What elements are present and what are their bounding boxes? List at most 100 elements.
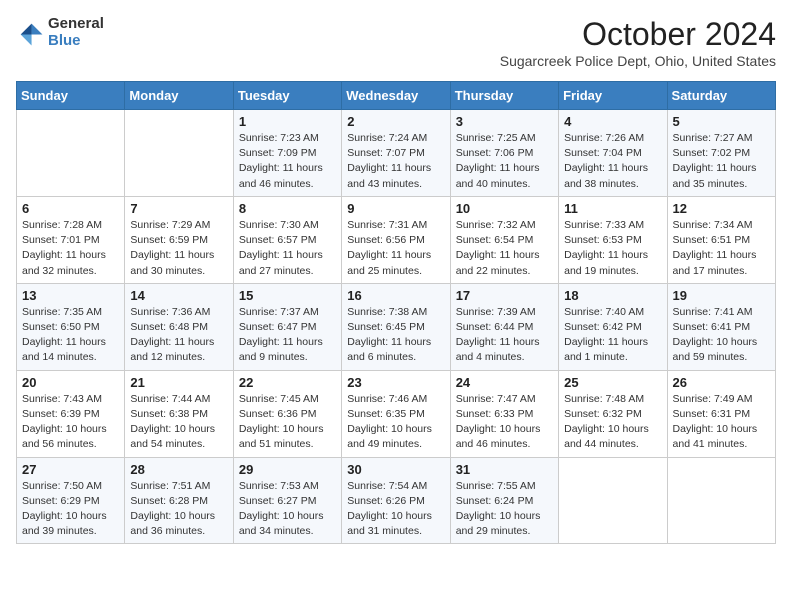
calendar-header: SundayMondayTuesdayWednesdayThursdayFrid… xyxy=(17,82,776,110)
calendar-cell: 17 Sunrise: 7:39 AM Sunset: 6:44 PM Dayli… xyxy=(450,283,558,370)
calendar-cell: 24 Sunrise: 7:47 AM Sunset: 6:33 PM Dayli… xyxy=(450,370,558,457)
calendar-cell: 18 Sunrise: 7:40 AM Sunset: 6:42 PM Dayli… xyxy=(559,283,667,370)
header-cell-thursday: Thursday xyxy=(450,82,558,110)
calendar-cell: 27 Sunrise: 7:50 AM Sunset: 6:29 PM Dayli… xyxy=(17,457,125,544)
day-info: Sunrise: 7:34 AM Sunset: 6:51 PM Dayligh… xyxy=(673,218,770,279)
week-row-5: 27 Sunrise: 7:50 AM Sunset: 6:29 PM Dayli… xyxy=(17,457,776,544)
day-number: 3 xyxy=(456,114,553,129)
calendar-cell: 4 Sunrise: 7:26 AM Sunset: 7:04 PM Daylig… xyxy=(559,110,667,197)
calendar-cell: 11 Sunrise: 7:33 AM Sunset: 6:53 PM Dayli… xyxy=(559,196,667,283)
day-number: 12 xyxy=(673,201,770,216)
day-number: 19 xyxy=(673,288,770,303)
day-info: Sunrise: 7:53 AM Sunset: 6:27 PM Dayligh… xyxy=(239,479,336,540)
calendar-cell xyxy=(667,457,775,544)
day-number: 9 xyxy=(347,201,444,216)
calendar-cell xyxy=(125,110,233,197)
day-number: 23 xyxy=(347,375,444,390)
day-info: Sunrise: 7:39 AM Sunset: 6:44 PM Dayligh… xyxy=(456,305,553,366)
day-info: Sunrise: 7:31 AM Sunset: 6:56 PM Dayligh… xyxy=(347,218,444,279)
calendar-cell: 5 Sunrise: 7:27 AM Sunset: 7:02 PM Daylig… xyxy=(667,110,775,197)
calendar-cell: 13Sunrise: 7:35 AM Sunset: 6:50 PM Dayli… xyxy=(17,283,125,370)
day-info: Sunrise: 7:47 AM Sunset: 6:33 PM Dayligh… xyxy=(456,392,553,453)
calendar-cell: 14 Sunrise: 7:36 AM Sunset: 6:48 PM Dayli… xyxy=(125,283,233,370)
page-header: General Blue October 2024 Sugarcreek Pol… xyxy=(16,16,776,69)
header-cell-monday: Monday xyxy=(125,82,233,110)
week-row-1: 1 Sunrise: 7:23 AM Sunset: 7:09 PM Daylig… xyxy=(17,110,776,197)
day-info: Sunrise: 7:33 AM Sunset: 6:53 PM Dayligh… xyxy=(564,218,661,279)
day-number: 8 xyxy=(239,201,336,216)
day-number: 10 xyxy=(456,201,553,216)
logo-icon xyxy=(16,19,44,47)
day-number: 5 xyxy=(673,114,770,129)
day-number: 1 xyxy=(239,114,336,129)
calendar-cell: 8 Sunrise: 7:30 AM Sunset: 6:57 PM Daylig… xyxy=(233,196,341,283)
week-row-4: 20 Sunrise: 7:43 AM Sunset: 6:39 PM Dayli… xyxy=(17,370,776,457)
day-info: Sunrise: 7:38 AM Sunset: 6:45 PM Dayligh… xyxy=(347,305,444,366)
day-info: Sunrise: 7:44 AM Sunset: 6:38 PM Dayligh… xyxy=(130,392,227,453)
calendar-cell: 31Sunrise: 7:55 AM Sunset: 6:24 PM Dayli… xyxy=(450,457,558,544)
header-cell-friday: Friday xyxy=(559,82,667,110)
day-number: 6 xyxy=(22,201,119,216)
day-info: Sunrise: 7:28 AM Sunset: 7:01 PM Dayligh… xyxy=(22,218,119,279)
day-number: 15 xyxy=(239,288,336,303)
day-number: 7 xyxy=(130,201,227,216)
calendar-cell xyxy=(559,457,667,544)
day-number: 17 xyxy=(456,288,553,303)
day-info: Sunrise: 7:36 AM Sunset: 6:48 PM Dayligh… xyxy=(130,305,227,366)
day-number: 18 xyxy=(564,288,661,303)
logo-general-text: General xyxy=(48,16,104,33)
calendar-cell: 6 Sunrise: 7:28 AM Sunset: 7:01 PM Daylig… xyxy=(17,196,125,283)
day-number: 14 xyxy=(130,288,227,303)
day-info: Sunrise: 7:27 AM Sunset: 7:02 PM Dayligh… xyxy=(673,131,770,192)
day-number: 13 xyxy=(22,288,119,303)
day-number: 28 xyxy=(130,462,227,477)
day-number: 4 xyxy=(564,114,661,129)
day-info: Sunrise: 7:43 AM Sunset: 6:39 PM Dayligh… xyxy=(22,392,119,453)
day-number: 30 xyxy=(347,462,444,477)
calendar-cell: 25Sunrise: 7:48 AM Sunset: 6:32 PM Dayli… xyxy=(559,370,667,457)
calendar-cell: 23 Sunrise: 7:46 AM Sunset: 6:35 PM Dayli… xyxy=(342,370,450,457)
calendar-cell: 28Sunrise: 7:51 AM Sunset: 6:28 PM Dayli… xyxy=(125,457,233,544)
day-info: Sunrise: 7:50 AM Sunset: 6:29 PM Dayligh… xyxy=(22,479,119,540)
calendar-cell: 1 Sunrise: 7:23 AM Sunset: 7:09 PM Daylig… xyxy=(233,110,341,197)
day-number: 27 xyxy=(22,462,119,477)
logo-text: General Blue xyxy=(48,16,104,49)
day-info: Sunrise: 7:26 AM Sunset: 7:04 PM Dayligh… xyxy=(564,131,661,192)
calendar-cell: 20 Sunrise: 7:43 AM Sunset: 6:39 PM Dayli… xyxy=(17,370,125,457)
calendar-cell: 29Sunrise: 7:53 AM Sunset: 6:27 PM Dayli… xyxy=(233,457,341,544)
day-info: Sunrise: 7:37 AM Sunset: 6:47 PM Dayligh… xyxy=(239,305,336,366)
calendar-cell: 30 Sunrise: 7:54 AM Sunset: 6:26 PM Dayli… xyxy=(342,457,450,544)
day-number: 20 xyxy=(22,375,119,390)
header-cell-saturday: Saturday xyxy=(667,82,775,110)
header-cell-wednesday: Wednesday xyxy=(342,82,450,110)
header-cell-sunday: Sunday xyxy=(17,82,125,110)
calendar-cell: 22Sunrise: 7:45 AM Sunset: 6:36 PM Dayli… xyxy=(233,370,341,457)
calendar-cell: 21Sunrise: 7:44 AM Sunset: 6:38 PM Dayli… xyxy=(125,370,233,457)
day-number: 11 xyxy=(564,201,661,216)
calendar-table: SundayMondayTuesdayWednesdayThursdayFrid… xyxy=(16,81,776,544)
logo: General Blue xyxy=(16,16,104,49)
day-info: Sunrise: 7:54 AM Sunset: 6:26 PM Dayligh… xyxy=(347,479,444,540)
day-info: Sunrise: 7:30 AM Sunset: 6:57 PM Dayligh… xyxy=(239,218,336,279)
month-title: October 2024 xyxy=(500,16,776,53)
day-info: Sunrise: 7:23 AM Sunset: 7:09 PM Dayligh… xyxy=(239,131,336,192)
calendar-cell: 15 Sunrise: 7:37 AM Sunset: 6:47 PM Dayli… xyxy=(233,283,341,370)
day-info: Sunrise: 7:46 AM Sunset: 6:35 PM Dayligh… xyxy=(347,392,444,453)
header-row: SundayMondayTuesdayWednesdayThursdayFrid… xyxy=(17,82,776,110)
calendar-cell: 12 Sunrise: 7:34 AM Sunset: 6:51 PM Dayli… xyxy=(667,196,775,283)
calendar-cell: 3Sunrise: 7:25 AM Sunset: 7:06 PM Daylig… xyxy=(450,110,558,197)
header-cell-tuesday: Tuesday xyxy=(233,82,341,110)
week-row-2: 6 Sunrise: 7:28 AM Sunset: 7:01 PM Daylig… xyxy=(17,196,776,283)
calendar-cell: 2Sunrise: 7:24 AM Sunset: 7:07 PM Daylig… xyxy=(342,110,450,197)
calendar-body: 1 Sunrise: 7:23 AM Sunset: 7:09 PM Daylig… xyxy=(17,110,776,544)
calendar-cell: 9 Sunrise: 7:31 AM Sunset: 6:56 PM Daylig… xyxy=(342,196,450,283)
day-number: 31 xyxy=(456,462,553,477)
day-info: Sunrise: 7:45 AM Sunset: 6:36 PM Dayligh… xyxy=(239,392,336,453)
day-number: 24 xyxy=(456,375,553,390)
calendar-cell: 10Sunrise: 7:32 AM Sunset: 6:54 PM Dayli… xyxy=(450,196,558,283)
day-number: 26 xyxy=(673,375,770,390)
day-info: Sunrise: 7:40 AM Sunset: 6:42 PM Dayligh… xyxy=(564,305,661,366)
day-number: 25 xyxy=(564,375,661,390)
calendar-cell: 26Sunrise: 7:49 AM Sunset: 6:31 PM Dayli… xyxy=(667,370,775,457)
calendar-cell: 16Sunrise: 7:38 AM Sunset: 6:45 PM Dayli… xyxy=(342,283,450,370)
